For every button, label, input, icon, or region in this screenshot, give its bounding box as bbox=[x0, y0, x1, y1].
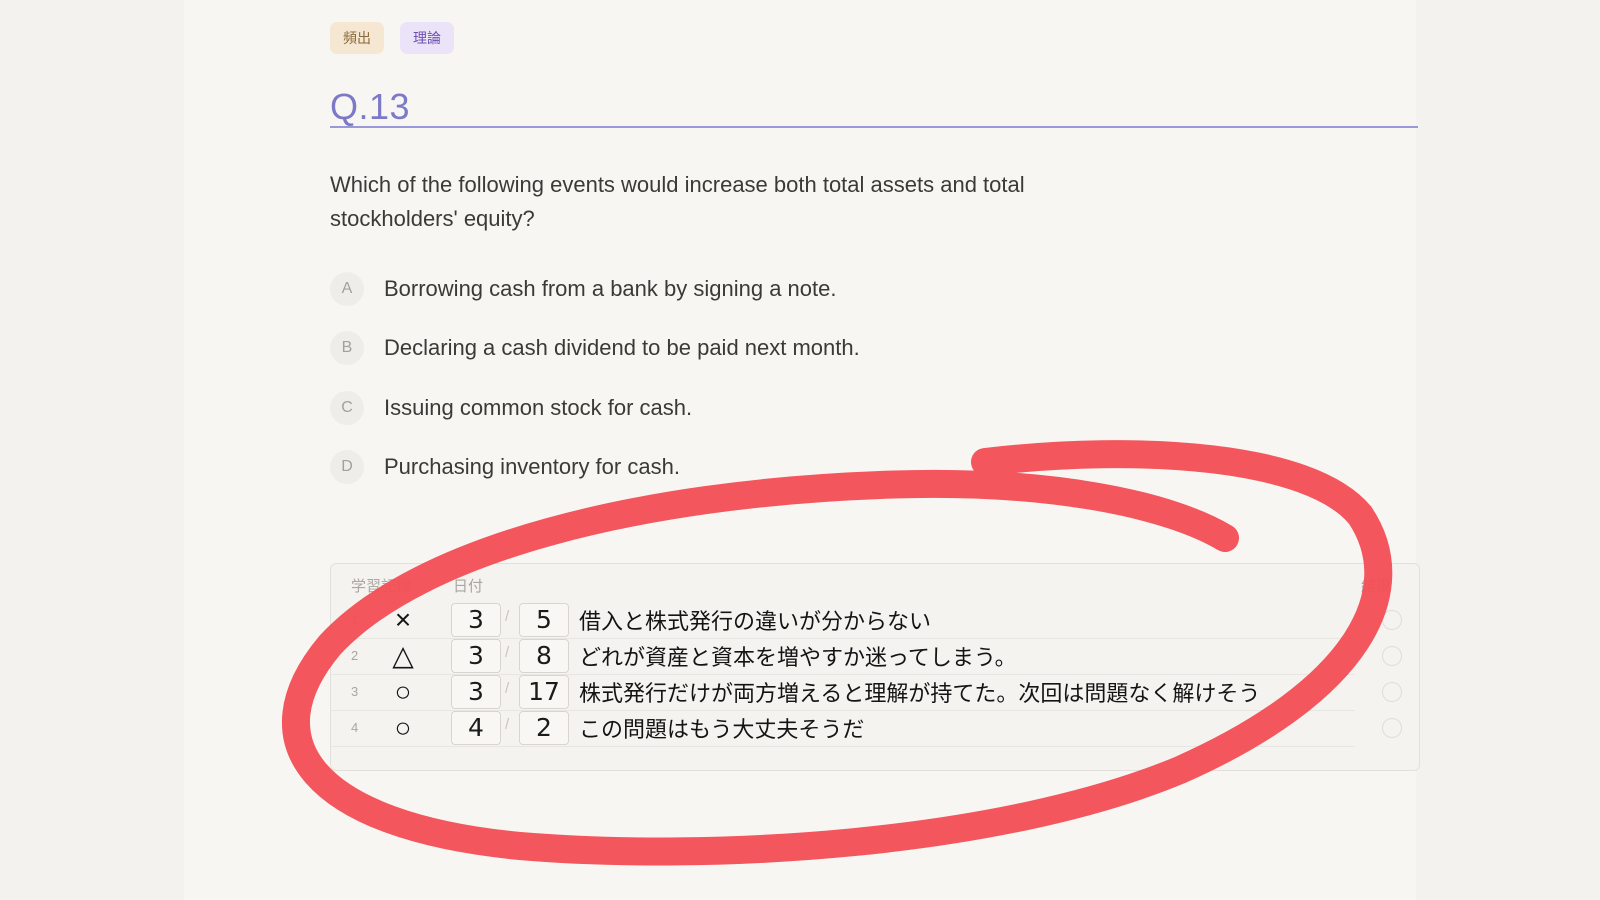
day-field[interactable]: 17 bbox=[519, 675, 569, 709]
result-mark[interactable]: ○ bbox=[383, 710, 423, 746]
row-number: 4 bbox=[351, 720, 359, 735]
record-row: 1 × 3 / 5 借入と株式発行の違いが分からない bbox=[331, 602, 1402, 639]
result-mark[interactable]: ○ bbox=[383, 674, 423, 710]
option-b[interactable]: B Declaring a cash dividend to be paid n… bbox=[330, 331, 860, 365]
row-number: 2 bbox=[351, 648, 359, 663]
title-divider bbox=[330, 126, 1418, 128]
date-separator: / bbox=[505, 608, 510, 625]
option-letter: C bbox=[330, 391, 364, 425]
option-text: Borrowing cash from a bank by signing a … bbox=[384, 276, 837, 301]
note-field[interactable]: この問題はもう大丈夫そうだ bbox=[579, 712, 864, 744]
result-check-circle[interactable] bbox=[1382, 610, 1402, 630]
header-date: 日付 bbox=[453, 578, 484, 595]
record-row: 4 ○ 4 / 2 この問題はもう大丈夫そうだ bbox=[331, 710, 1402, 747]
row-number: 3 bbox=[351, 684, 359, 699]
option-text: Issuing common stock for cash. bbox=[384, 395, 693, 420]
result-mark[interactable]: △ bbox=[383, 638, 423, 674]
day-field[interactable]: 2 bbox=[519, 711, 569, 745]
option-text: Purchasing inventory for cash. bbox=[384, 454, 680, 479]
option-a[interactable]: A Borrowing cash from a bank by signing … bbox=[330, 272, 836, 306]
note-field[interactable]: 株式発行だけが両方増えると理解が持てた。次回は問題なく解けそう bbox=[579, 676, 1260, 708]
row-number: 1 bbox=[351, 612, 359, 627]
day-field[interactable]: 8 bbox=[519, 639, 569, 673]
date-separator: / bbox=[505, 680, 510, 697]
result-check-circle[interactable] bbox=[1382, 718, 1402, 738]
date-separator: / bbox=[505, 716, 510, 733]
tag-frequent[interactable]: 頻出 bbox=[330, 22, 384, 54]
note-field[interactable]: どれが資産と資本を増やすか迷ってしまう。 bbox=[579, 640, 1017, 672]
month-field[interactable]: 3 bbox=[451, 639, 501, 673]
study-record-table: 学習記録 日付 結果 1 × 3 / 5 借入と株式発行の違いが分からない 2 … bbox=[330, 563, 1420, 771]
option-text: Declaring a cash dividend to be paid nex… bbox=[384, 335, 860, 360]
option-letter: D bbox=[330, 450, 364, 484]
month-field[interactable]: 3 bbox=[451, 675, 501, 709]
tag-theory[interactable]: 理論 bbox=[400, 22, 454, 54]
month-field[interactable]: 4 bbox=[451, 711, 501, 745]
result-check-circle[interactable] bbox=[1382, 646, 1402, 666]
day-field[interactable]: 5 bbox=[519, 603, 569, 637]
tag-list: 頻出 理論 bbox=[330, 22, 454, 54]
option-d[interactable]: D Purchasing inventory for cash. bbox=[330, 450, 680, 484]
month-field[interactable]: 3 bbox=[451, 603, 501, 637]
option-c[interactable]: C Issuing common stock for cash. bbox=[330, 391, 692, 425]
result-mark[interactable]: × bbox=[383, 602, 423, 638]
header-result: 結果 bbox=[1361, 578, 1392, 595]
date-separator: / bbox=[505, 644, 510, 661]
header-record: 学習記録 bbox=[351, 578, 412, 595]
option-letter: A bbox=[330, 272, 364, 306]
note-field[interactable]: 借入と株式発行の違いが分からない bbox=[579, 604, 931, 636]
question-text: Which of the following events would incr… bbox=[330, 172, 1025, 231]
record-row: 2 △ 3 / 8 どれが資産と資本を増やすか迷ってしまう。 bbox=[331, 638, 1402, 675]
result-check-circle[interactable] bbox=[1382, 682, 1402, 702]
record-row: 3 ○ 3 / 17 株式発行だけが両方増えると理解が持てた。次回は問題なく解け… bbox=[331, 674, 1402, 711]
option-letter: B bbox=[330, 331, 364, 365]
question-number: Q.13 bbox=[330, 86, 411, 127]
